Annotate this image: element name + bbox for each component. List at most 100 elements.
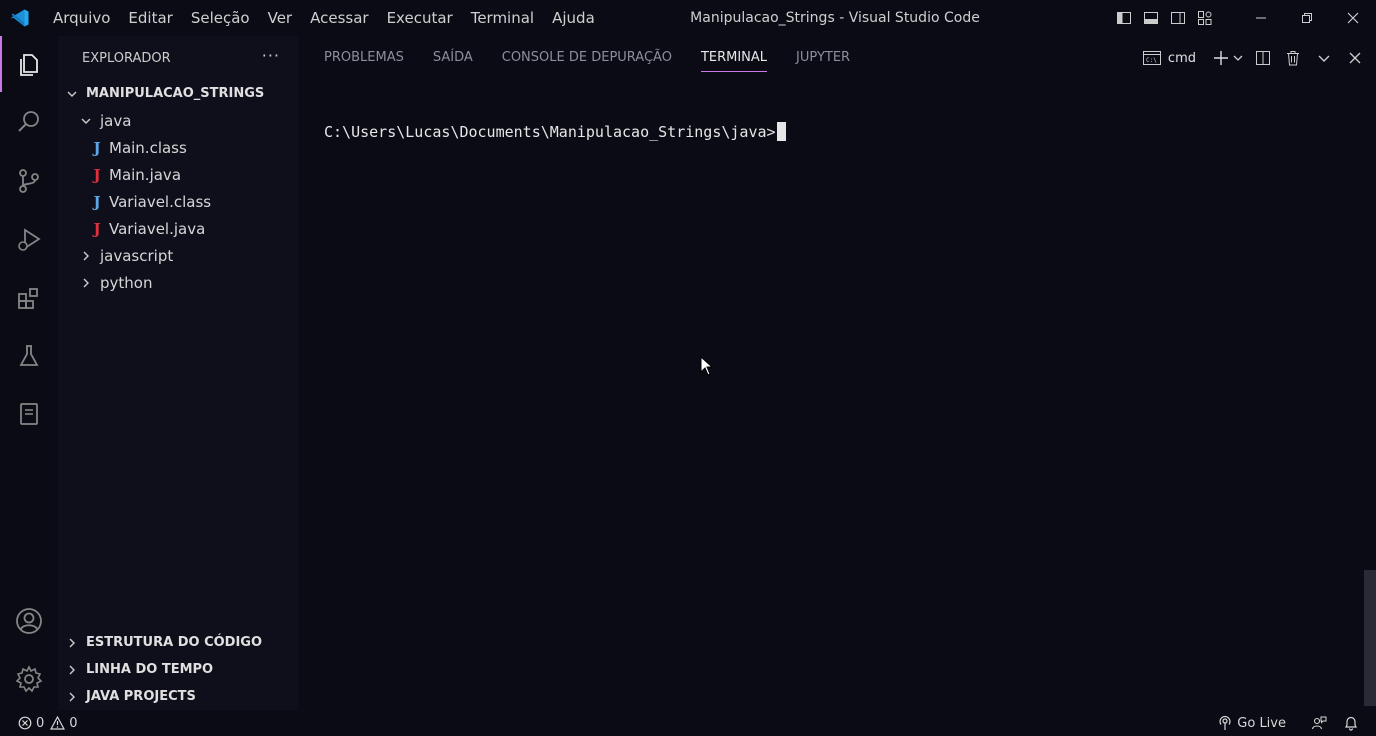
- accounts-icon[interactable]: [0, 593, 58, 649]
- chevron-right-icon: [78, 275, 94, 291]
- tab-saida[interactable]: SAÍDA: [433, 36, 473, 80]
- new-terminal-button[interactable]: [1202, 36, 1248, 80]
- warning-icon: [50, 710, 66, 736]
- file-label: Main.java: [109, 165, 182, 184]
- go-live-label: Go Live: [1237, 715, 1286, 731]
- folder-label: python: [100, 273, 153, 292]
- file-main-java[interactable]: J Main.java: [58, 161, 298, 188]
- file-variavel-class[interactable]: J Variavel.class: [58, 188, 298, 215]
- testing-icon[interactable]: [0, 328, 58, 384]
- toggle-panel-icon[interactable]: [1137, 0, 1164, 36]
- file-variavel-java[interactable]: J Variavel.java: [58, 215, 298, 242]
- chevron-down-icon: [1233, 55, 1243, 61]
- tab-jupyter[interactable]: JUPYTER: [796, 36, 850, 80]
- vscode-logo-icon: [0, 0, 40, 36]
- run-debug-icon[interactable]: [0, 211, 58, 267]
- menu-editar[interactable]: Editar: [119, 0, 181, 36]
- workspace-root[interactable]: MANIPULACAO_STRINGS: [58, 80, 298, 107]
- chevron-right-icon: [78, 248, 94, 264]
- chevron-right-icon: [64, 635, 80, 651]
- java-class-file-icon: J: [93, 138, 101, 157]
- go-live-button[interactable]: Go Live: [1218, 710, 1286, 736]
- warning-count: 0: [69, 715, 78, 731]
- explorer-icon[interactable]: [0, 36, 58, 92]
- close-panel-icon[interactable]: [1340, 36, 1370, 80]
- workspace-root-label: MANIPULACAO_STRINGS: [86, 86, 265, 101]
- minimize-icon[interactable]: [1238, 0, 1284, 36]
- menu-bar: Arquivo Editar Seleção Ver Acessar Execu…: [44, 0, 604, 36]
- search-icon[interactable]: [0, 94, 58, 150]
- terminal-instance-selector[interactable]: C:\ cmd: [1136, 36, 1202, 80]
- chevron-right-icon: [64, 689, 80, 705]
- restore-icon[interactable]: [1284, 0, 1330, 36]
- close-window-icon[interactable]: [1330, 0, 1376, 36]
- menu-ajuda[interactable]: Ajuda: [543, 0, 604, 36]
- terminal-scrollbar[interactable]: [1364, 570, 1376, 706]
- feedback-icon[interactable]: [1304, 710, 1334, 736]
- extensions-icon[interactable]: [0, 270, 58, 326]
- folder-javascript[interactable]: javascript: [58, 242, 298, 269]
- toggle-primary-sidebar-icon[interactable]: [1110, 0, 1137, 36]
- split-terminal-icon[interactable]: [1248, 36, 1278, 80]
- file-label: Main.class: [109, 138, 187, 157]
- terminal-cmd-icon: C:\: [1142, 51, 1161, 65]
- svg-text:C:\: C:\: [1146, 57, 1157, 64]
- error-icon: [18, 710, 32, 736]
- file-label: Variavel.class: [109, 192, 212, 211]
- more-actions-icon[interactable]: ···: [262, 46, 280, 65]
- section-label: LINHA DO TEMPO: [86, 662, 214, 677]
- broadcast-icon: [1219, 715, 1231, 730]
- java-file-icon: J: [93, 165, 101, 184]
- tab-console-depuracao[interactable]: CONSOLE DE DEPURAÇÃO: [502, 36, 672, 80]
- vscode-window: Arquivo Editar Seleção Ver Acessar Execu…: [0, 0, 1376, 736]
- sidebar-header: EXPLORADOR ···: [58, 36, 298, 80]
- file-main-class[interactable]: J Main.class: [58, 134, 298, 161]
- sidebar-collapsed-sections: ESTRUTURA DO CÓDIGO LINHA DO TEMPO JAVA …: [58, 629, 298, 710]
- notifications-bell-icon[interactable]: [1334, 710, 1368, 736]
- menu-terminal[interactable]: Terminal: [462, 0, 543, 36]
- file-label: Variavel.java: [109, 219, 206, 238]
- mouse-pointer-icon: [700, 355, 714, 380]
- sidebar-title: EXPLORADOR: [82, 50, 171, 66]
- section-outline[interactable]: ESTRUTURA DO CÓDIGO: [58, 629, 298, 656]
- terminal-name: cmd: [1167, 50, 1196, 66]
- toggle-secondary-sidebar-icon[interactable]: [1164, 0, 1191, 36]
- chevron-down-icon: [78, 113, 94, 129]
- menu-acessar[interactable]: Acessar: [301, 0, 377, 36]
- tab-terminal[interactable]: TERMINAL: [700, 36, 768, 80]
- menu-ver[interactable]: Ver: [259, 0, 302, 36]
- status-problems[interactable]: 0 0: [0, 710, 78, 736]
- terminal-cursor: [776, 122, 786, 141]
- folder-label: java: [100, 111, 132, 130]
- folder-java[interactable]: java: [58, 107, 298, 134]
- menu-arquivo[interactable]: Arquivo: [44, 0, 119, 36]
- plus-icon: [1214, 51, 1228, 65]
- tab-problemas[interactable]: PROBLEMAS: [324, 36, 404, 80]
- chevron-right-icon: [64, 662, 80, 678]
- title-bar: Arquivo Editar Seleção Ver Acessar Execu…: [0, 0, 1376, 36]
- maximize-panel-chevron-icon[interactable]: [1308, 36, 1340, 80]
- java-class-file-icon: J: [93, 192, 101, 211]
- status-bar: 0 0 Go Live: [0, 710, 1376, 736]
- menu-selecao[interactable]: Seleção: [182, 0, 259, 36]
- customize-layout-icon[interactable]: [1191, 0, 1218, 36]
- terminal-prompt: C:\Users\Lucas\Documents\Manipulacao_Str…: [324, 122, 776, 141]
- kill-terminal-icon[interactable]: [1278, 36, 1308, 80]
- title-actions: [1110, 0, 1376, 36]
- section-label: ESTRUTURA DO CÓDIGO: [86, 635, 263, 650]
- section-label: JAVA PROJECTS: [86, 689, 196, 704]
- terminal-output[interactable]: C:\Users\Lucas\Documents\Manipulacao_Str…: [324, 122, 786, 141]
- explorer-sidebar: EXPLORADOR ··· MANIPULACAO_STRINGS java …: [58, 36, 298, 710]
- source-control-icon[interactable]: [0, 153, 58, 209]
- settings-gear-icon[interactable]: [0, 651, 58, 707]
- folder-python[interactable]: python: [58, 269, 298, 296]
- section-timeline[interactable]: LINHA DO TEMPO: [58, 656, 298, 683]
- menu-executar[interactable]: Executar: [378, 0, 462, 36]
- terminal-panel: PROBLEMAS SAÍDA CONSOLE DE DEPURAÇÃO TER…: [298, 36, 1376, 710]
- activity-bar: [0, 36, 58, 710]
- java-file-icon: J: [93, 219, 101, 238]
- error-count: 0: [36, 715, 45, 731]
- window-title: Manipulacao_Strings - Visual Studio Code: [690, 10, 980, 26]
- notebook-icon[interactable]: [0, 386, 58, 442]
- section-java-projects[interactable]: JAVA PROJECTS: [58, 683, 298, 710]
